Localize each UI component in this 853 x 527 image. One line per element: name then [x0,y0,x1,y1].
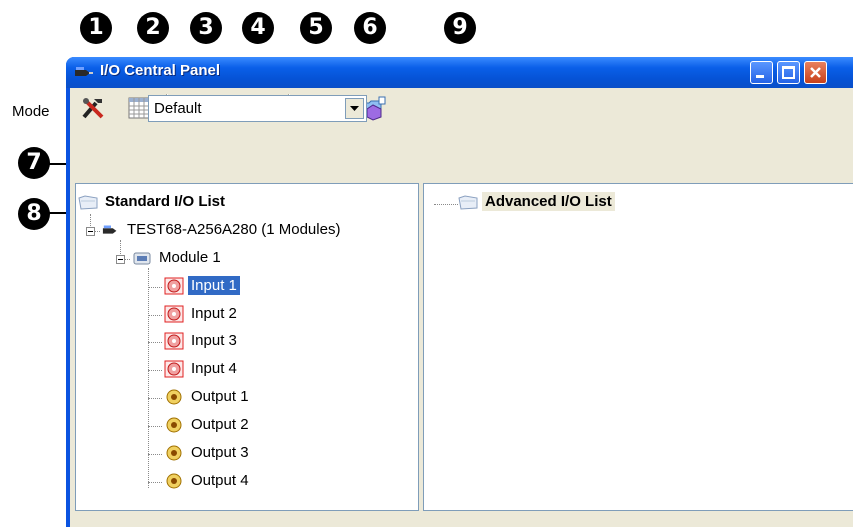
window-title: I/O Central Panel [100,62,221,79]
tree-line [148,370,162,371]
tree-item-input[interactable]: Input 1 [164,276,240,295]
tree-item-device[interactable]: TEST68-A256A280 (1 Modules) [102,220,343,239]
callout-2: 2 [137,12,169,44]
maximize-icon [782,66,795,79]
advanced-io-pane[interactable]: Advanced I/O List [423,183,853,511]
advanced-io-list-label: Advanced I/O List [482,192,615,211]
module-collapse-toggle[interactable] [116,255,125,264]
module-icon [133,252,151,264]
mode-select[interactable]: Default [148,95,367,122]
callout-5: 5 [300,12,332,44]
callout-3: 3 [190,12,222,44]
tree-item-input[interactable]: Input 2 [164,304,240,323]
input-icon [164,305,184,322]
tree-line [148,482,162,483]
device-label: TEST68-A256A280 (1 Modules) [127,221,341,238]
tree-line [148,342,162,343]
tree-line [148,268,149,488]
input-label: Input 2 [191,305,237,322]
callout-1: 1 [80,12,112,44]
callout-6: 6 [354,12,386,44]
app-connector-icon [75,67,93,76]
standard-io-pane[interactable]: Standard I/O List TEST68-A256A280 (1 Mod… [75,183,419,511]
callout-7: 7 [18,147,50,179]
tree-item-output[interactable]: Output 1 [164,387,252,406]
input-label: Input 1 [188,276,240,295]
input-icon [164,360,184,377]
module-label: Module 1 [159,249,221,266]
chevron-down-icon [350,105,359,111]
tree-line [148,287,162,288]
minimize-button[interactable] [750,61,773,84]
output-icon [166,445,182,460]
mode-label: Mode [12,103,50,120]
tools-icon [82,98,104,119]
output-label: Output 1 [191,388,249,405]
tree-item-input[interactable]: Input 4 [164,359,240,378]
tree-item-output[interactable]: Output 2 [164,415,252,434]
maximize-button[interactable] [777,61,800,84]
output-icon [166,417,182,432]
tree-line [434,204,458,205]
device-connector-icon [102,225,117,234]
list-folder-icon [458,194,478,210]
callout-9: 9 [444,12,476,44]
output-icon [166,473,182,488]
output-label: Output 4 [191,472,249,489]
tree-item-input[interactable]: Input 3 [164,331,240,350]
input-icon [164,332,184,349]
mode-value: Default [154,100,202,117]
output-label: Output 2 [191,416,249,433]
standard-io-list-root[interactable]: Standard I/O List [78,192,228,211]
title-bar[interactable]: I/O Central Panel [66,57,853,88]
close-button[interactable] [804,61,827,84]
standard-io-list-label: Standard I/O List [105,193,226,210]
tree-item-output[interactable]: Output 3 [164,443,252,462]
tree-item-output[interactable]: Output 4 [164,471,252,490]
list-folder-icon [78,194,98,210]
close-icon [810,67,821,78]
tree-line [148,315,162,316]
tree-item-module[interactable]: Module 1 [132,248,224,267]
callout-8: 8 [18,198,50,230]
input-icon [164,277,184,294]
tree-line [148,454,162,455]
minimize-icon [756,75,764,78]
advanced-io-list-root[interactable]: Advanced I/O List [458,192,615,211]
mode-dropdown-button[interactable] [345,98,364,119]
tree-line [148,398,162,399]
input-label: Input 3 [191,332,237,349]
tree-line [148,426,162,427]
callout-4: 4 [242,12,274,44]
input-label: Input 4 [191,360,237,377]
device-collapse-toggle[interactable] [86,227,95,236]
tools-button[interactable] [78,94,108,122]
output-icon [166,389,182,404]
output-label: Output 3 [191,444,249,461]
